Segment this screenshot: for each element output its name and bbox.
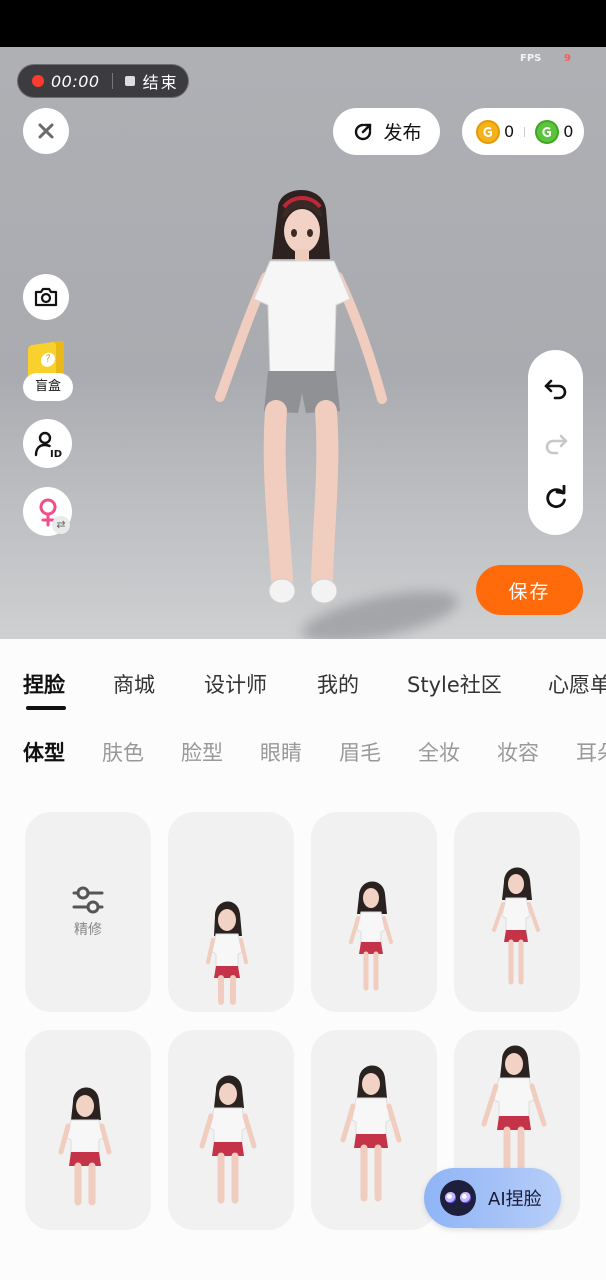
- subtab-face-shape[interactable]: 脸型: [181, 737, 223, 767]
- status-bar: [0, 0, 606, 47]
- body-preset-thumbnail: [199, 1075, 257, 1204]
- avatar-model[interactable]: [200, 187, 400, 607]
- subtab-eyes[interactable]: 眼睛: [260, 737, 302, 767]
- gender-switch-button[interactable]: ⇄: [23, 487, 72, 536]
- subtab-body[interactable]: 体型: [23, 737, 65, 767]
- avatar-id-button[interactable]: ID: [23, 419, 72, 468]
- fps-value: 9: [564, 53, 571, 64]
- avatar-scene[interactable]: FPS 9 00:00 结束 发布 0 0 ? 盲盒 ID ⇄ 保存: [0, 47, 606, 639]
- tab-designer[interactable]: 设计师: [204, 669, 267, 699]
- stop-recording-button[interactable]: 结束: [124, 69, 179, 93]
- body-preset-thumbnail: [340, 1065, 402, 1202]
- body-preset-card[interactable]: [311, 812, 437, 1012]
- ai-face-button[interactable]: AI捏脸: [424, 1168, 561, 1228]
- gold-coin-count: 0: [504, 122, 515, 141]
- svg-text:ID: ID: [50, 449, 62, 459]
- green-coin-count: 0: [563, 122, 574, 141]
- record-dot-icon: [32, 75, 44, 87]
- publish-icon: [355, 123, 372, 140]
- sliders-icon: [72, 886, 104, 914]
- subtab-eyebrows[interactable]: 眉毛: [339, 737, 381, 767]
- body-preset-thumbnail: [58, 1087, 112, 1206]
- customize-panel: 捏脸 商城 设计师 我的 Style社区 心愿单 体型 肤色 脸型 眼睛 眉毛 …: [0, 639, 606, 1280]
- body-preset-card[interactable]: [168, 812, 294, 1012]
- green-coin-icon: [535, 119, 560, 144]
- tab-style-community[interactable]: Style社区: [407, 669, 502, 699]
- redo-button[interactable]: [542, 429, 570, 457]
- body-preset-card[interactable]: [168, 1030, 294, 1230]
- camera-button[interactable]: [23, 274, 69, 320]
- save-button[interactable]: 保存: [476, 565, 583, 615]
- currency-pill[interactable]: 0 0: [462, 108, 584, 155]
- subtab-skin[interactable]: 肤色: [102, 737, 144, 767]
- body-preset-card[interactable]: [25, 1030, 151, 1230]
- tab-mine[interactable]: 我的: [317, 669, 359, 699]
- redo-icon: [545, 434, 567, 454]
- refine-card[interactable]: 精修: [25, 812, 151, 1012]
- subtab-ears[interactable]: 耳朵: [576, 737, 606, 767]
- reset-icon: [545, 484, 566, 508]
- stop-icon: [124, 76, 135, 86]
- gold-coin-icon: [476, 119, 500, 144]
- divider: [524, 126, 526, 137]
- subtab-full-makeup[interactable]: 全妆: [418, 737, 460, 767]
- divider: [111, 73, 113, 89]
- undo-button[interactable]: [542, 374, 570, 402]
- record-time: 00:00: [51, 71, 100, 91]
- undo-icon: [544, 379, 566, 399]
- camera-icon: [34, 287, 58, 307]
- tab-face[interactable]: 捏脸: [23, 669, 65, 699]
- ai-face-label: AI捏脸: [488, 1189, 542, 1210]
- blindbox-button[interactable]: ? 盲盒: [23, 340, 73, 403]
- subtab-makeup[interactable]: 妆容: [497, 737, 539, 767]
- active-tab-indicator: [26, 706, 66, 710]
- swap-icon: ⇄: [52, 516, 70, 534]
- history-panel: [528, 350, 583, 535]
- main-tabs: 捏脸 商城 设计师 我的 Style社区 心愿单: [0, 639, 606, 717]
- close-button[interactable]: [23, 108, 69, 154]
- blindbox-label: 盲盒: [23, 373, 73, 401]
- refine-label: 精修: [74, 922, 102, 938]
- avatar-id-icon: ID: [34, 431, 62, 459]
- publish-label: 发布: [383, 122, 422, 144]
- body-preset-card[interactable]: [454, 812, 580, 1012]
- tab-store[interactable]: 商城: [113, 669, 155, 699]
- body-preset-thumbnail: [349, 881, 393, 991]
- stop-label: 结束: [142, 73, 179, 92]
- sub-tabs: 体型 肤色 脸型 眼睛 眉毛 全妆 妆容 耳朵: [0, 737, 606, 777]
- reset-button[interactable]: [542, 484, 570, 512]
- close-icon: [38, 123, 54, 139]
- recording-pill: 00:00 结束: [17, 64, 189, 98]
- body-preset-card[interactable]: [311, 1030, 437, 1230]
- publish-button[interactable]: 发布: [333, 108, 440, 155]
- tab-wishlist[interactable]: 心愿单: [548, 669, 606, 699]
- fps-label: FPS: [520, 53, 542, 64]
- body-preset-thumbnail: [492, 867, 540, 985]
- ai-face-icon: [440, 1180, 476, 1216]
- body-preset-thumbnail: [206, 901, 248, 1005]
